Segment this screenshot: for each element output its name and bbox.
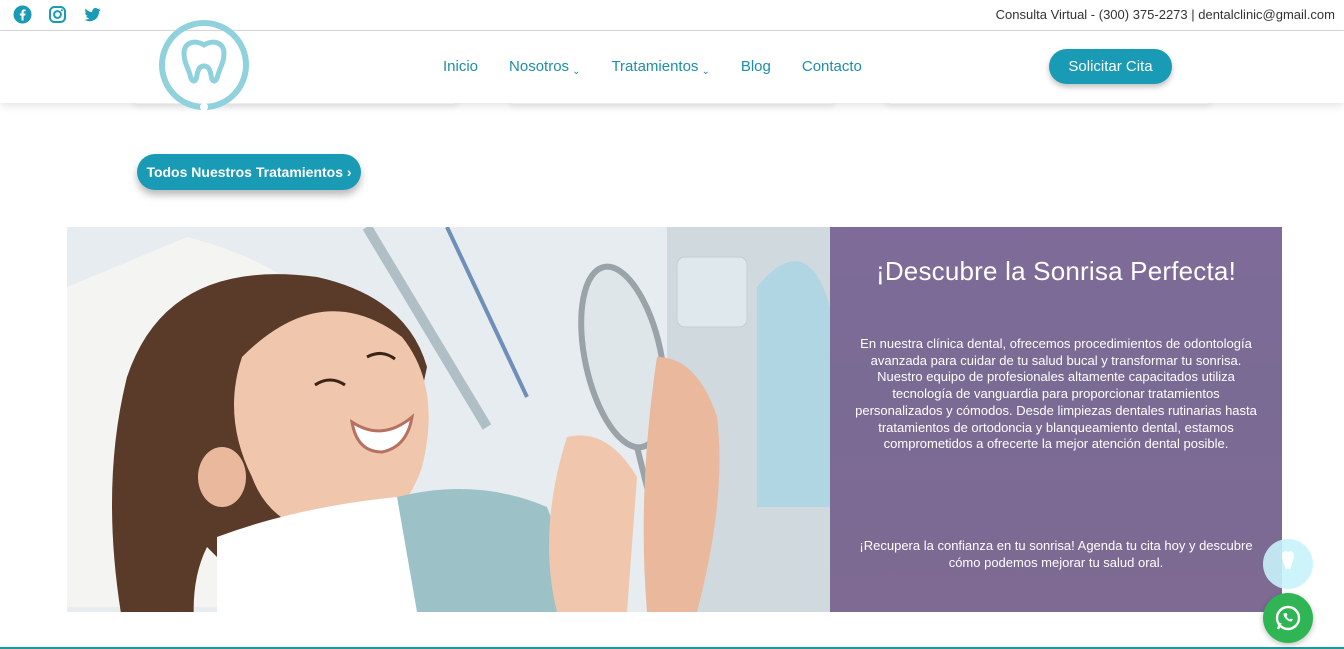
nav-item-contacto[interactable]: Contacto (802, 58, 862, 75)
main-nav: Inicio Nosotros ⌄ Tratamientos ⌄ Blog Cont… (443, 58, 893, 77)
social-links (13, 5, 102, 24)
nav-item-inicio[interactable]: Inicio (443, 58, 478, 75)
nav-label: Blog (740, 58, 771, 75)
chevron-down-icon: ⌄ (572, 66, 581, 77)
chevron-down-icon: ⌄ (701, 66, 710, 77)
nav-item-blog[interactable]: Blog (741, 58, 771, 75)
facebook-icon[interactable] (13, 5, 32, 24)
tooth-icon[interactable] (1263, 539, 1313, 589)
twitter-icon[interactable] (83, 5, 102, 24)
nav-label: Nosotros (509, 58, 570, 75)
nav-label: Contacto (801, 58, 862, 75)
whatsapp-icon[interactable] (1263, 593, 1313, 643)
logo[interactable] (156, 17, 252, 113)
nav-item-nosotros[interactable]: Nosotros ⌄ (509, 58, 581, 77)
hero-title: ¡Descubre la Sonrisa Perfecta! (875, 256, 1237, 286)
hero-description: En nuestra clínica dental, ofrecemos pro… (855, 336, 1257, 452)
contact-info: Consulta Virtual - (300) 375-2273 | dent… (995, 7, 1335, 22)
nav-label: Inicio (443, 58, 479, 75)
instagram-icon[interactable] (48, 5, 67, 24)
all-treatments-button[interactable]: Todos Nuestros Tratamientos › (137, 154, 361, 190)
hero-section: ¡Descubre la Sonrisa Perfecta! En nuestr… (67, 227, 1282, 612)
nav-item-tratamientos[interactable]: Tratamientos ⌄ (611, 58, 710, 77)
hero-call-to-action: ¡Recupera la confianza en tu sonrisa! Ag… (859, 538, 1253, 570)
nav-label: Tratamientos (611, 58, 699, 75)
hero-text-panel: ¡Descubre la Sonrisa Perfecta! En nuestr… (830, 227, 1282, 612)
hero-photo (67, 227, 830, 612)
site-header: Inicio Nosotros ⌄ Tratamientos ⌄ Blog Cont… (0, 20, 1344, 111)
request-appointment-button[interactable]: Solicitar Cita (1049, 49, 1172, 84)
